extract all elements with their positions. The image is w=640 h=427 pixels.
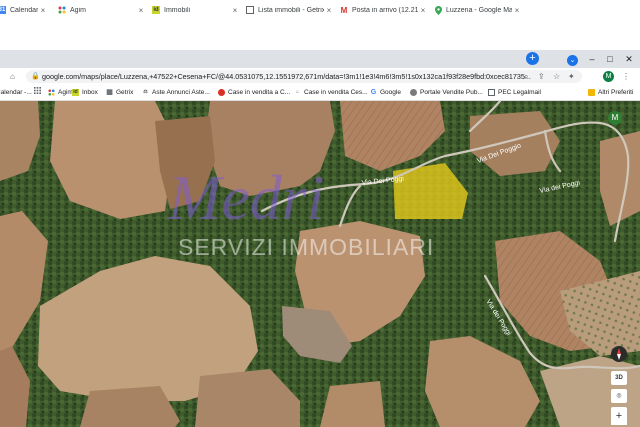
inbox-icon: id — [72, 89, 79, 96]
tab-agim[interactable]: Agim × — [54, 2, 146, 18]
auction-icon: ⚖ — [143, 89, 148, 95]
tab-lista-immobili[interactable]: Lista immobili - Getrix × — [242, 2, 334, 18]
bookmark-apps[interactable] — [34, 87, 44, 94]
maps-pin-icon — [434, 5, 442, 15]
bookmark-label: Calendar -... — [0, 89, 32, 96]
new-tab-button[interactable]: + — [526, 52, 539, 65]
share-icon[interactable]: ⇪ — [538, 70, 545, 83]
chevron-down-icon: ⌄ — [567, 55, 578, 66]
close-window-button[interactable]: ✕ — [620, 50, 638, 68]
tab-label: Posta in arrivo (12.21 — [352, 6, 418, 14]
tab-label: Calendar - Se — [10, 6, 38, 14]
satellite-map[interactable]: Medri SERVIZI IMMOBILIARI Via Dei Poggi … — [0, 101, 640, 427]
google-icon: G — [370, 89, 377, 96]
bookmark-label: Google — [380, 89, 401, 96]
bookmark-label: Aste Annunci Aste... — [152, 89, 210, 96]
bookmark-label: Agim — [58, 89, 73, 96]
tab-label: Immobili — [164, 6, 191, 14]
tab-luzzena-maps[interactable]: Luzzena - Google Maps × — [430, 2, 522, 18]
tab-posta[interactable]: M Posta in arrivo (12.21 × — [336, 2, 428, 18]
bookmark-label: Case in vendita a C... — [228, 89, 291, 96]
close-icon[interactable]: × — [230, 6, 240, 15]
bookmark-label: PEC Legalmail — [498, 89, 541, 96]
close-icon[interactable]: × — [38, 6, 48, 15]
search-icon[interactable]: ⌕ — [524, 70, 528, 83]
bookmark-inbox[interactable]: id Inbox — [72, 87, 98, 98]
tab-calendar[interactable]: 31 Calendar - Se × — [0, 2, 48, 18]
watermark-title: Medri — [167, 162, 324, 233]
tab-strip — [0, 50, 640, 68]
bookmark-case-2[interactable]: ⌂ Case in vendita Ces... — [294, 87, 368, 98]
close-icon[interactable]: × — [324, 6, 334, 15]
bookmark-agim[interactable]: Agim — [48, 87, 73, 98]
bookmark-label: Getrix — [116, 89, 134, 96]
agim-icon — [48, 89, 55, 96]
bookmark-pec[interactable]: PEC Legalmail — [488, 87, 541, 98]
tab-label: Agim — [70, 6, 86, 14]
bookmark-aste[interactable]: ⚖ Aste Annunci Aste... — [142, 87, 210, 98]
bookmark-calendar[interactable]: Calendar -... — [0, 87, 32, 98]
my-location-button[interactable]: ◎ — [611, 389, 627, 403]
tab-search-button[interactable]: ⌄ — [566, 50, 579, 68]
tab-label: Luzzena - Google Maps — [446, 6, 512, 14]
bookmark-label: Altri Preferiti — [598, 89, 634, 96]
home-icon[interactable]: ⌂ — [10, 70, 15, 83]
bookmark-case-1[interactable]: Case in vendita a C... — [218, 87, 290, 98]
agim-icon — [58, 6, 66, 14]
url-text: google.com/maps/place/Luzzena,+47522+Ces… — [42, 72, 531, 81]
minimize-button[interactable]: – — [584, 50, 600, 68]
house-icon — [218, 89, 225, 96]
immobili-icon: id — [152, 6, 160, 14]
bookmark-portale[interactable]: Portale Vendite Pub... — [410, 87, 483, 98]
document-icon — [246, 6, 254, 14]
pec-icon — [488, 89, 495, 96]
bookmark-label: Inbox — [82, 89, 98, 96]
lock-icon: 🔒 — [31, 73, 40, 80]
calendar-icon: 31 — [0, 6, 6, 14]
watermark-subtitle: SERVIZI IMMOBILIARI — [178, 234, 434, 260]
compass-icon — [617, 348, 621, 360]
bookmark-altri[interactable]: Altri Preferiti — [588, 87, 633, 98]
profile-avatar[interactable]: M — [603, 71, 614, 82]
bookmark-getrix[interactable]: ▦ Getrix — [106, 87, 133, 98]
apps-grid-icon — [34, 87, 41, 94]
getrix-icon: ▦ — [106, 89, 113, 96]
view-3d-button[interactable]: 3D — [611, 371, 627, 385]
portal-icon — [410, 89, 417, 96]
tab-immobili[interactable]: id Immobili × — [148, 2, 240, 18]
bookmark-label: Case in vendita Ces... — [304, 89, 368, 96]
close-icon[interactable]: × — [418, 6, 428, 15]
maximize-button[interactable]: □ — [602, 50, 618, 68]
close-icon[interactable]: × — [136, 6, 146, 15]
more-menu-icon[interactable]: ⋮ — [622, 70, 630, 83]
bookmark-google[interactable]: G Google — [370, 87, 401, 98]
zoom-in-button[interactable]: + — [611, 407, 627, 425]
close-icon[interactable]: × — [512, 6, 522, 15]
house-icon: ⌂ — [295, 89, 300, 95]
gmail-icon: M — [340, 5, 348, 15]
bookmark-label: Portale Vendite Pub... — [420, 89, 483, 96]
tab-label: Lista immobili - Getrix — [258, 6, 324, 14]
folder-icon — [588, 89, 595, 96]
bookmark-star-icon[interactable]: ☆ — [553, 70, 560, 83]
map-user-avatar[interactable]: M — [608, 111, 622, 125]
compass-button[interactable] — [611, 346, 627, 362]
address-bar[interactable]: 🔒 google.com/maps/place/Luzzena,+47522+C… — [26, 70, 582, 83]
location-target-icon: ◎ — [616, 393, 622, 399]
extension-icon[interactable]: ✦ — [568, 70, 575, 83]
